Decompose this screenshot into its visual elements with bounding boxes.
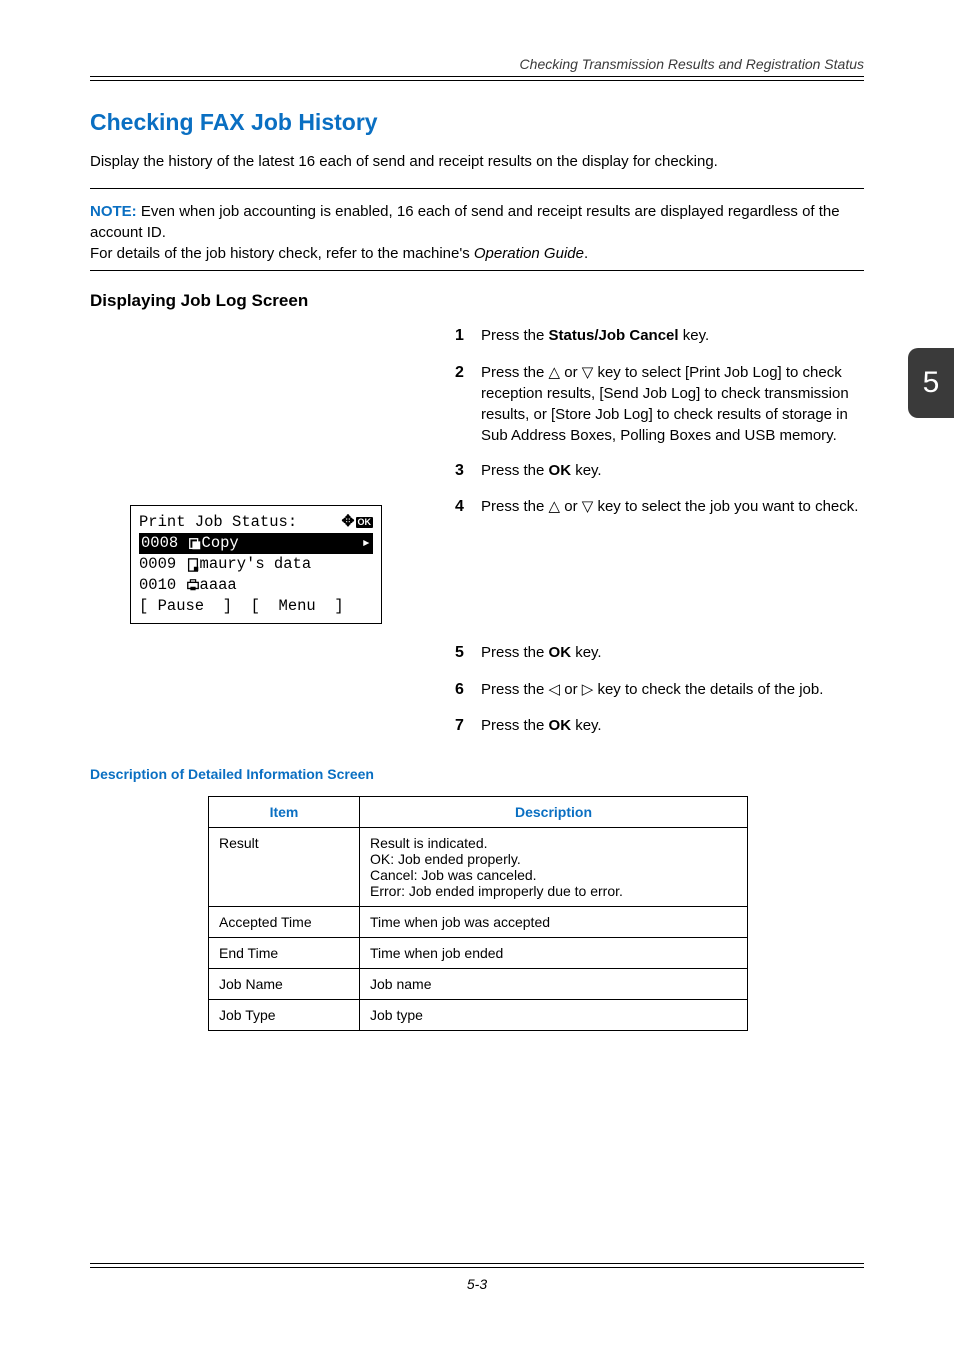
page-number: 5-3 — [90, 1276, 864, 1292]
rule-below-note — [90, 270, 864, 271]
running-head: Checking Transmission Results and Regist… — [90, 56, 864, 76]
print-icon — [186, 578, 200, 592]
cell-item: End Time — [209, 937, 360, 968]
step-4: 4Press the △ or ▽ key to select the job … — [455, 496, 864, 518]
subsection-title: Displaying Job Log Screen — [90, 291, 864, 311]
lcd-row1-text: Copy — [202, 533, 239, 554]
step7-c: key. — [571, 717, 602, 734]
copy-icon — [188, 537, 202, 551]
th-desc: Description — [360, 796, 748, 827]
step3-c: key. — [571, 462, 602, 479]
table-row: End Time Time when job ended — [209, 937, 748, 968]
lcd-row-4: [ Pause ] [ Menu ] — [139, 596, 373, 617]
note-line2c: . — [584, 245, 588, 262]
cell-item: Job Type — [209, 999, 360, 1030]
step-2: 2Press the △ or ▽ key to select [Print J… — [455, 362, 864, 446]
cell-desc: Time when job ended — [360, 937, 748, 968]
lcd-row-2: 0009 maury's data — [139, 554, 373, 575]
table-row: Accepted Time Time when job was accepted — [209, 906, 748, 937]
lcd-row1-id: 0008 — [141, 533, 188, 554]
cell-desc: Job type — [360, 999, 748, 1030]
step1-c: key. — [679, 327, 710, 344]
header-rule — [90, 76, 864, 81]
step2-text: Press the △ or ▽ key to select [Print Jo… — [481, 362, 864, 446]
nav-arrows-icon: ✥ — [342, 512, 355, 533]
step5-c: key. — [571, 644, 602, 661]
step4-text: Press the △ or ▽ key to select the job y… — [481, 496, 864, 518]
lcd-title-row: Print Job Status: ✥OK — [139, 512, 373, 533]
note-label: NOTE: — [90, 203, 137, 220]
step7-a: Press the — [481, 717, 549, 734]
table-row: Result Result is indicated. OK: Job ende… — [209, 827, 748, 906]
info-table: Item Description Result Result is indica… — [208, 796, 748, 1031]
cell-item: Job Name — [209, 968, 360, 999]
lcd-row-3: 0010 aaaa — [139, 575, 373, 596]
steps-list: 1Press the Status/Job Cancel key. 2Press… — [455, 325, 864, 737]
note-body: Even when job accounting is enabled, 16 … — [90, 203, 840, 241]
step-3: 3Press the OK key. — [455, 460, 864, 482]
step3-a: Press the — [481, 462, 549, 479]
step-6: 6Press the ◁ or ▷ key to check the detai… — [455, 679, 864, 701]
step5-b: OK — [549, 644, 572, 661]
cell-item: Accepted Time — [209, 906, 360, 937]
lcd-title: Print Job Status: — [139, 512, 297, 533]
step1-a: Press the — [481, 327, 549, 344]
description-heading: Description of Detailed Information Scre… — [90, 766, 864, 782]
note-block: NOTE: Even when job accounting is enable… — [90, 201, 864, 264]
ok-badge-icon: OK — [356, 517, 374, 528]
step-7: 7Press the OK key. — [455, 715, 864, 737]
step3-b: OK — [549, 462, 572, 479]
step5-a: Press the — [481, 644, 549, 661]
intro-paragraph: Display the history of the latest 16 eac… — [90, 152, 864, 172]
chapter-thumb-tab: 5 — [908, 348, 954, 418]
note-line2a: For details of the job history check, re… — [90, 245, 474, 262]
step6-text: Press the ◁ or ▷ key to check the detail… — [481, 679, 864, 701]
table-row: Job Type Job type — [209, 999, 748, 1030]
cell-desc: Time when job was accepted — [360, 906, 748, 937]
document-icon — [186, 558, 200, 572]
table-row: Job Name Job name — [209, 968, 748, 999]
section-title: Checking FAX Job History — [90, 109, 864, 136]
cell-item: Result — [209, 827, 360, 906]
step-5: 5Press the OK key. — [455, 642, 864, 664]
note-line2b: Operation Guide — [474, 245, 584, 262]
step-1: 1Press the Status/Job Cancel key. — [455, 325, 864, 347]
th-item: Item — [209, 796, 360, 827]
footer-rule — [90, 1263, 864, 1268]
right-arrow-icon: ▸ — [362, 533, 371, 554]
lcd-panel: Print Job Status: ✥OK 0008 Copy ▸ — [130, 505, 382, 624]
cell-desc: Job name — [360, 968, 748, 999]
lcd-row-1: 0008 Copy ▸ — [139, 533, 373, 554]
step7-b: OK — [549, 717, 572, 734]
step1-b: Status/Job Cancel — [549, 327, 679, 344]
rule-above-note — [90, 188, 864, 189]
cell-desc: Result is indicated. OK: Job ended prope… — [360, 827, 748, 906]
step-gap — [455, 532, 864, 628]
